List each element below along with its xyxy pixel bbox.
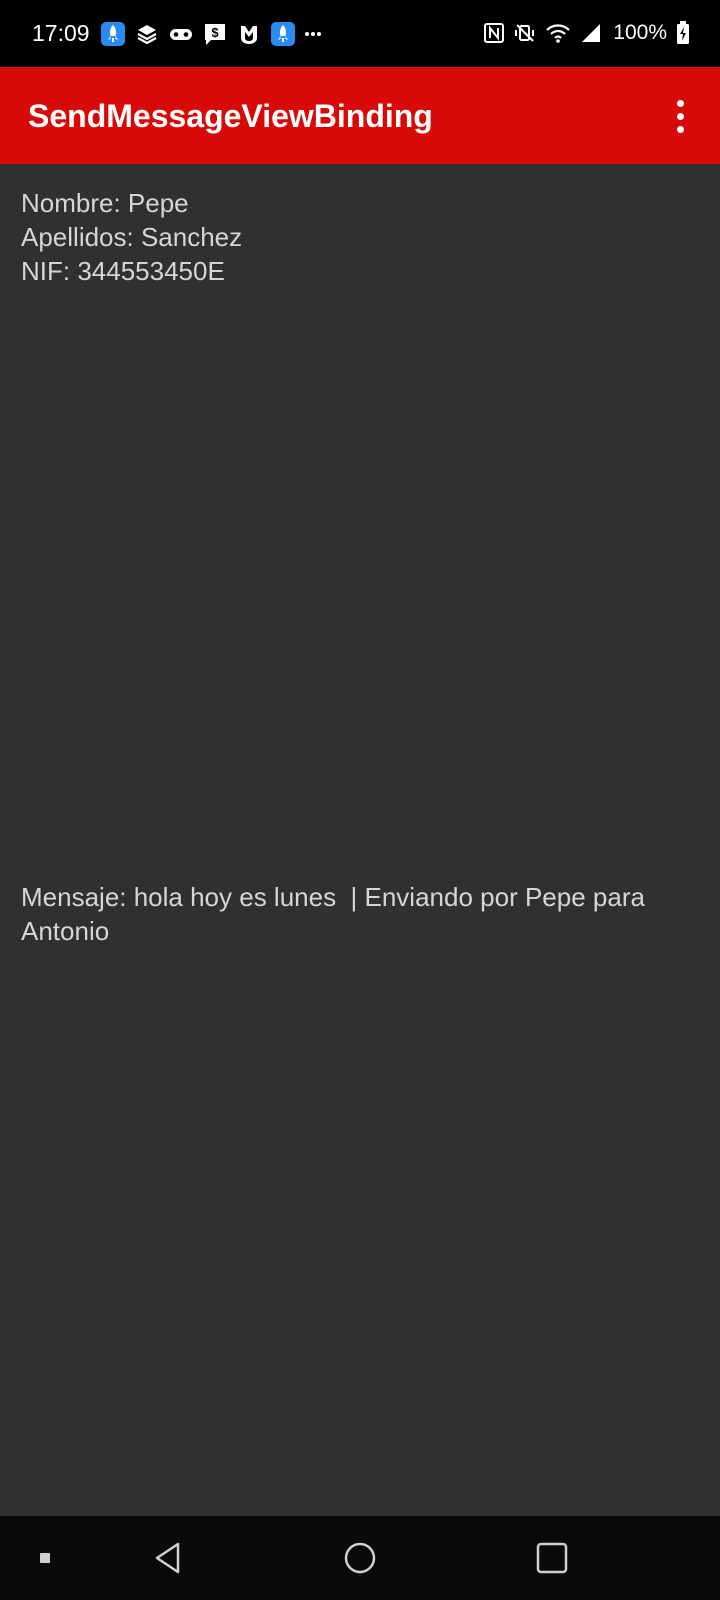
rocket-app-icon (270, 21, 296, 47)
message-label: Mensaje: hola hoy es lunes | Enviando po… (21, 882, 651, 946)
overview-icon[interactable] (522, 1516, 582, 1600)
status-bar: 17:09 $ 100% (0, 0, 720, 67)
shield-icon (236, 21, 262, 47)
dollar-message-icon: $ (202, 21, 228, 47)
svg-text:$: $ (211, 25, 219, 40)
more-vert-icon[interactable] (668, 96, 692, 136)
notification-icons: $ (100, 20, 322, 48)
wifi-icon (546, 24, 571, 43)
app-title: SendMessageViewBinding (28, 98, 433, 134)
navigation-bar (0, 1516, 720, 1600)
main-content: Nombre: Pepe Apellidos: Sanchez NIF: 344… (0, 164, 720, 1516)
more-notifications-icon (304, 21, 322, 47)
status-time: 17:09 (32, 20, 90, 46)
battery-icon (677, 21, 689, 44)
person-info: Nombre: Pepe Apellidos: Sanchez NIF: 344… (21, 186, 242, 288)
surname-label: Apellidos: Sanchez (21, 222, 243, 252)
app-bar: SendMessageViewBinding (0, 67, 720, 164)
nfc-icon (484, 23, 505, 43)
layers-icon (134, 21, 160, 47)
back-icon[interactable] (138, 1516, 198, 1600)
home-icon[interactable] (330, 1516, 390, 1600)
signal-icon (582, 24, 601, 42)
recents-dot-icon[interactable] (30, 1516, 60, 1600)
system-icons: 100% (483, 18, 690, 48)
battery-percentage: 100% (613, 21, 667, 44)
nif-label: NIF: 344553450E (21, 256, 225, 286)
rocket-app-icon (100, 21, 126, 47)
vibrate-off-icon (515, 24, 535, 42)
gamepad-icon (168, 21, 194, 47)
name-label: Nombre: Pepe (21, 188, 189, 218)
